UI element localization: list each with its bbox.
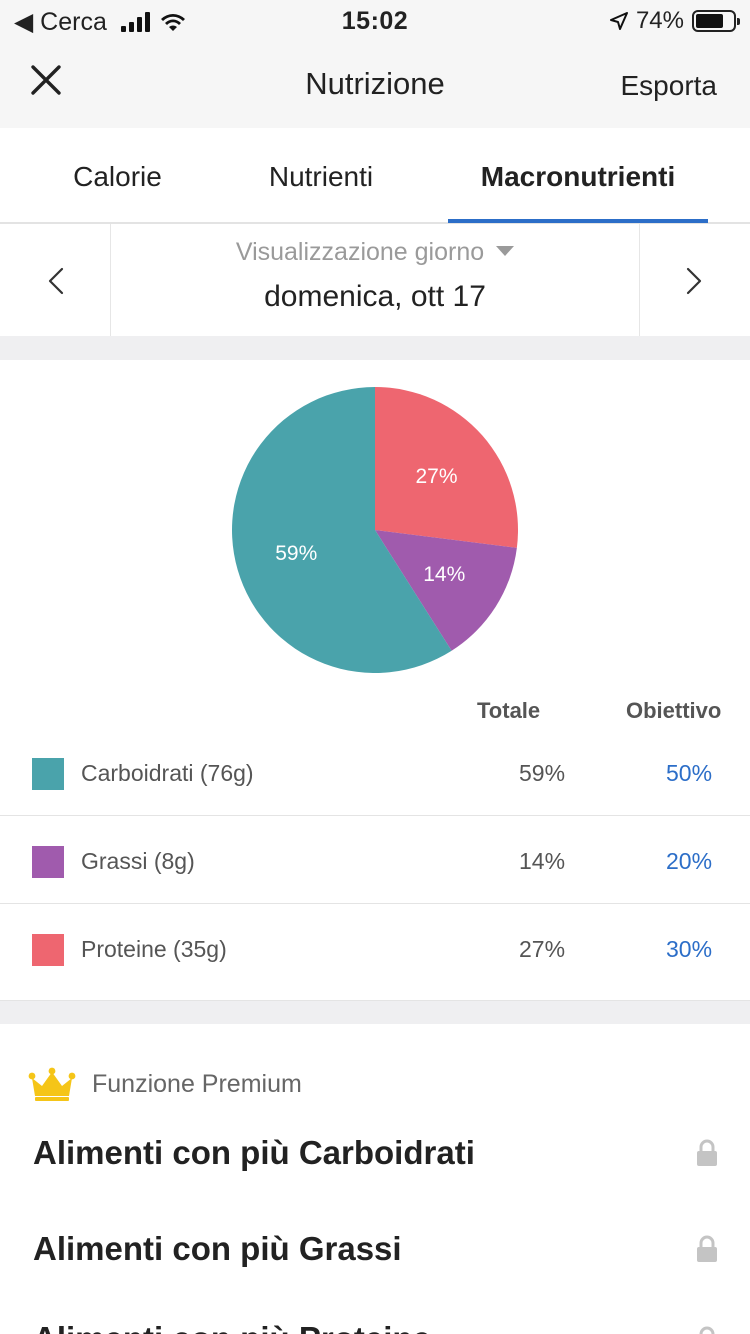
tab-macronutrienti[interactable]: Macronutrienti	[448, 161, 708, 193]
section-separator	[0, 1000, 750, 1024]
view-mode-dropdown[interactable]: Visualizzazione giorno	[111, 238, 639, 267]
pie-slice-label: 59%	[275, 542, 317, 565]
premium-feature-protein[interactable]: Alimenti con più Proteine	[33, 1320, 431, 1334]
macro-row-fat: Grassi (8g) 14% 20%	[0, 818, 750, 906]
pie-slice-label: 27%	[415, 465, 457, 488]
export-button[interactable]: Esporta	[621, 70, 718, 102]
lock-icon	[697, 1235, 717, 1262]
tab-bar: Calorie Nutrienti Macronutrienti	[0, 128, 750, 224]
navigation-bar: Nutrizione Esporta	[0, 40, 750, 128]
lock-icon	[697, 1139, 717, 1166]
macro-name: Carboidrati (76g)	[81, 760, 254, 786]
macronutrient-pie-chart: 27% 14% 59%	[230, 385, 520, 675]
row-divider	[0, 903, 750, 904]
macro-name: Proteine (35g)	[81, 936, 227, 962]
current-date: domenica, ott 17	[264, 280, 486, 313]
macro-total: 27%	[519, 936, 566, 962]
macro-goal[interactable]: 50%	[666, 760, 712, 787]
legend-swatch	[32, 846, 64, 878]
pie-slice-label: 14%	[423, 563, 465, 586]
location-arrow-icon	[609, 12, 628, 30]
caret-down-icon	[496, 246, 515, 257]
status-right: 74%	[609, 7, 740, 35]
premium-label: Funzione Premium	[92, 1069, 302, 1098]
macro-name: Grassi (8g)	[81, 848, 195, 874]
legend-swatch	[32, 934, 64, 966]
crown-icon	[28, 1067, 76, 1101]
premium-feature-fat[interactable]: Alimenti con più Grassi	[33, 1230, 402, 1268]
tab-calorie[interactable]: Calorie	[30, 161, 205, 193]
next-day-button[interactable]	[639, 224, 750, 336]
previous-day-button[interactable]	[0, 224, 111, 336]
macro-row-protein: Proteine (35g) 27% 30%	[0, 906, 750, 994]
macro-goal[interactable]: 20%	[666, 848, 712, 875]
premium-feature-carbs[interactable]: Alimenti con più Carboidrati	[33, 1134, 475, 1172]
legend-swatch	[32, 758, 64, 790]
chevron-right-icon	[686, 267, 702, 295]
date-selector: Visualizzazione giorno domenica, ott 17	[0, 224, 750, 336]
view-mode-label[interactable]: Visualizzazione giorno	[236, 238, 484, 266]
row-divider	[0, 815, 750, 816]
battery-icon	[692, 10, 740, 32]
macro-row-carbs: Carboidrati (76g) 59% 50%	[0, 730, 750, 818]
lock-icon	[699, 1326, 715, 1334]
total-column-header: Totale	[477, 698, 541, 723]
battery-fill	[696, 14, 723, 28]
macro-total: 14%	[519, 848, 566, 874]
pie-svg: 27% 14% 59%	[231, 387, 518, 673]
section-separator	[0, 336, 750, 360]
macro-total: 59%	[519, 760, 566, 786]
premium-header: Funzione Premium	[28, 1064, 302, 1104]
goal-column-header: Obiettivo	[626, 698, 722, 723]
battery-percent: 74%	[635, 7, 684, 34]
macro-goal[interactable]: 30%	[666, 936, 712, 963]
status-bar: ◀ Cerca 15:02 74%	[0, 0, 750, 40]
active-tab-indicator	[448, 219, 708, 223]
tab-nutrienti[interactable]: Nutrienti	[235, 161, 407, 193]
chevron-left-icon	[48, 267, 64, 295]
